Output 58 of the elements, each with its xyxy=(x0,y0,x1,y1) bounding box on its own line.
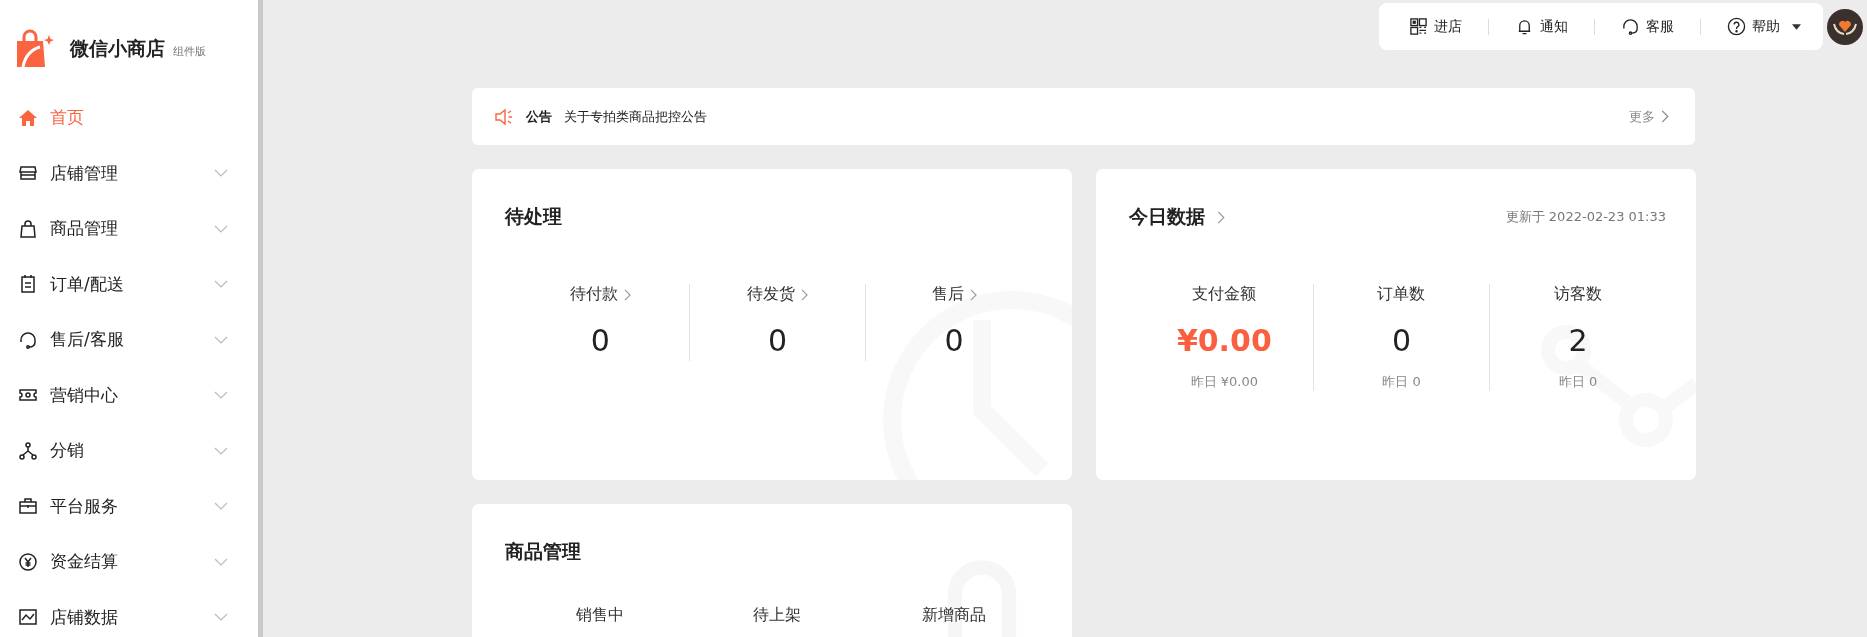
qr-code-icon xyxy=(1409,17,1428,36)
briefcase-icon xyxy=(18,496,38,517)
nav-item[interactable]: 售后/客服 xyxy=(0,312,258,368)
stat-value: 2 xyxy=(1568,322,1588,360)
shopping-bag-icon xyxy=(18,218,38,239)
nav-item[interactable]: 资金结算 xyxy=(0,534,258,590)
clipboard-icon xyxy=(18,274,38,295)
nav-item[interactable]: 商品管理 xyxy=(0,201,258,257)
stat-label: 访客数 xyxy=(1554,284,1603,305)
card-title-link[interactable]: 今日数据 xyxy=(1129,204,1225,230)
nav-item[interactable]: 订单/配送 xyxy=(0,256,258,312)
headset-icon xyxy=(1621,17,1640,36)
chevron-right-icon xyxy=(623,288,631,301)
toolbar-button[interactable]: 进店 xyxy=(1409,17,1462,36)
stat-label: 销售中 xyxy=(576,605,625,626)
nav-item[interactable]: 平台服务 xyxy=(0,478,258,534)
update-time: 更新于 2022-02-23 01:33 xyxy=(1505,208,1666,226)
stat-label: 支付金额 xyxy=(1192,284,1257,305)
network-icon xyxy=(18,440,38,461)
nav-item[interactable]: 店铺管理 xyxy=(0,145,258,201)
notice-link[interactable]: 关于专拍类商品把控公告 xyxy=(564,107,1629,126)
stat-link[interactable]: 售后 xyxy=(931,284,977,305)
yesterday-value: 昨日 0 xyxy=(1558,373,1598,391)
chevron-right-icon xyxy=(1661,110,1669,123)
toolbar-button[interactable]: 通知 xyxy=(1515,17,1568,36)
stat-value: 0 xyxy=(1391,322,1412,360)
stat-link[interactable]: 待付款 xyxy=(569,284,631,305)
toolbar-button[interactable]: 帮助 xyxy=(1727,17,1801,36)
stat-label: 订单数 xyxy=(1377,284,1426,305)
stat-value: 0 xyxy=(767,322,788,360)
toolbar-button[interactable]: 客服 xyxy=(1621,17,1674,36)
help-icon xyxy=(1727,17,1746,36)
chart-icon xyxy=(18,607,38,628)
stat-label: 新增商品 xyxy=(921,605,986,626)
more-link[interactable]: 更多 xyxy=(1629,107,1655,126)
stat-link[interactable]: 待发货 xyxy=(747,284,808,305)
nav-item[interactable]: 分销 xyxy=(0,423,258,479)
stat-value: ¥0.00 xyxy=(1176,322,1272,360)
brand-name: 微信小商店 xyxy=(70,36,165,61)
yesterday-value: 昨日 ¥0.00 xyxy=(1190,373,1258,391)
nav-item[interactable]: 店铺数据 xyxy=(0,589,258,637)
chevron-right-icon xyxy=(801,288,808,301)
notice-tag: 公告 xyxy=(526,107,552,126)
card-title: 商品管理 xyxy=(505,539,581,564)
edition-label: 组件版 xyxy=(173,43,206,59)
chevron-right-icon xyxy=(1217,210,1225,224)
avatar-icon[interactable] xyxy=(1827,8,1863,45)
card-title: 待处理 xyxy=(505,204,562,229)
yesterday-value: 昨日 0 xyxy=(1382,373,1421,391)
stat-value: 0 xyxy=(590,322,610,360)
home-icon xyxy=(18,107,38,128)
headset-icon xyxy=(18,329,38,350)
logo-icon xyxy=(14,29,54,69)
stat-value: 0 xyxy=(944,322,964,360)
nav-item[interactable]: 营销中心 xyxy=(0,367,258,423)
stat-label: 待上架 xyxy=(753,605,801,626)
yen-coin-icon xyxy=(18,551,38,572)
chevron-right-icon xyxy=(969,288,977,301)
